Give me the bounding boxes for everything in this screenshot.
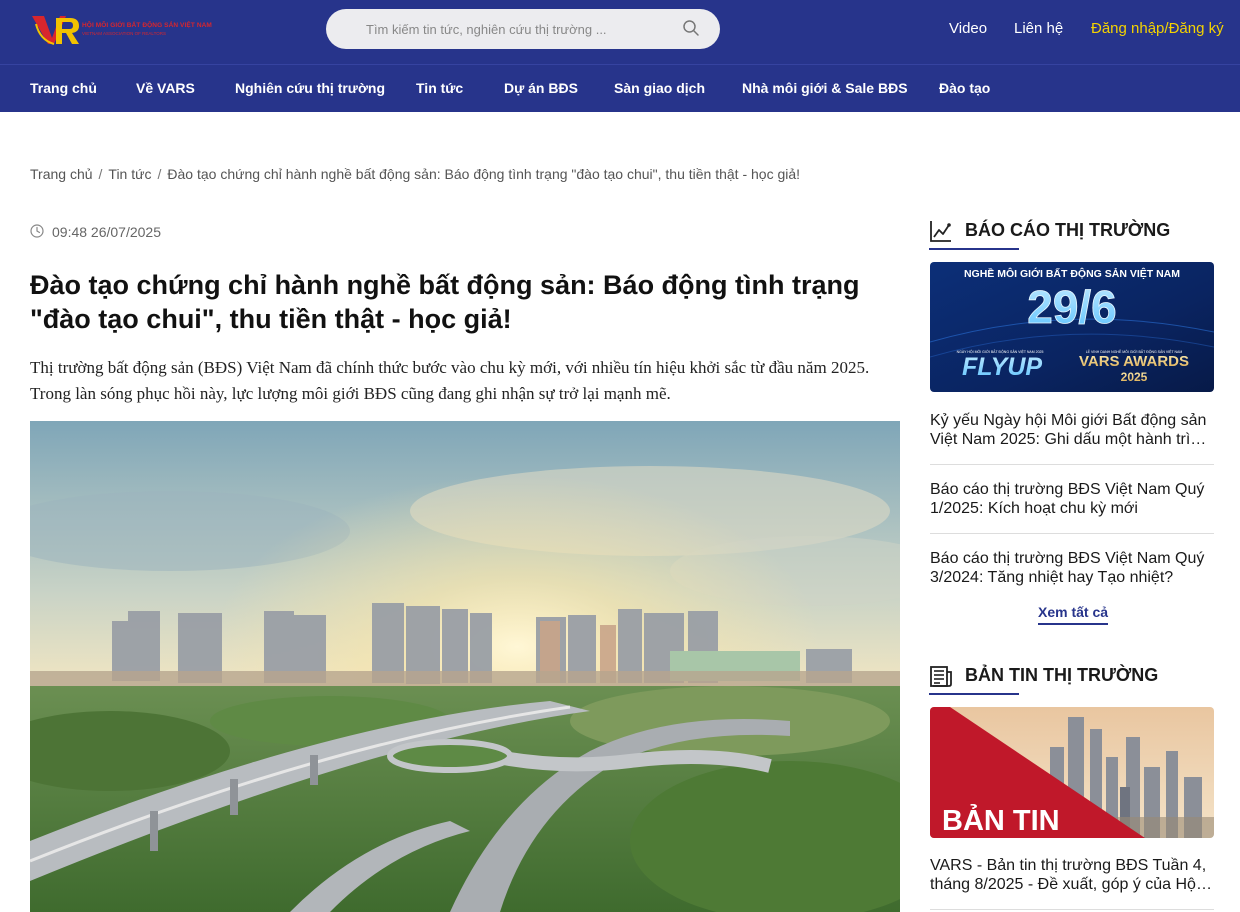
breadcrumb-home[interactable]: Trang chủ [30,166,93,182]
market-report-item[interactable]: Kỷ yếu Ngày hội Môi giới Bất động sản Vi… [930,411,1214,449]
bulletin-banner[interactable]: BẢN TIN [930,707,1214,838]
see-all-link[interactable]: Xem tất cả [1038,604,1109,625]
market-bulletin-item-title: VARS - Bản tin thị trường BĐS Tuần 4, th… [930,857,1207,893]
video-link[interactable]: Video [949,20,987,37]
newspaper-icon [930,666,952,687]
clock-icon [30,224,44,238]
market-report-item-title: Báo cáo thị trường BĐS Việt Nam Quý 3/20… [930,550,1205,586]
market-report-item[interactable]: Báo cáo thị trường BĐS Việt Nam Quý 3/20… [930,549,1214,587]
breadcrumb-current: Đào tạo chứng chỉ hành nghề bất động sản… [167,166,801,182]
breadcrumb-news[interactable]: Tin tức [108,166,151,182]
breadcrumb-separator: / [98,166,103,182]
banner-awards-year: 2025 [1121,370,1148,384]
heading-underline [929,693,1019,695]
vars-logo[interactable]: HỘI MÔI GIỚI BẤT ĐỘNG SẢN VIỆT NAM VIETN… [30,12,230,46]
top-header: HỘI MÔI GIỚI BẤT ĐỘNG SẢN VIỆT NAM VIETN… [0,0,1240,64]
nav-item-about[interactable]: Về VARS [136,80,195,96]
chart-icon [930,221,951,242]
banner-flyup-text: FLYUP [962,353,1042,381]
logo-line-1: HỘI MÔI GIỚI BẤT ĐỘNG SẢN VIỆT NAM [82,22,212,29]
nav-item-brokers[interactable]: Nhà môi giới & Sale BĐS [742,80,908,96]
search-box [326,9,720,49]
bulletin-banner-text: BẢN TIN [942,803,1060,837]
breadcrumb: Trang chủ / Tin tức / Đào tạo chứng chỉ hành… [30,166,910,182]
main-nav: Trang chủ Về VARS Nghiên cứu thị trường … [0,64,1240,112]
market-bulletin-heading-text: BẢN TIN THỊ TRƯỜNG [965,665,1159,685]
sidebar-divider [930,533,1214,534]
heading-underline [929,248,1019,250]
sidebar-divider [930,909,1214,910]
nav-item-home[interactable]: Trang chủ [30,80,97,96]
nav-item-projects[interactable]: Dự án BĐS [504,80,578,96]
nav-item-exchanges[interactable]: Sàn giao dịch [614,80,705,96]
city-aerial-image [30,421,900,912]
market-report-item-title: Kỷ yếu Ngày hội Môi giới Bất động sản Vi… [930,412,1209,448]
article-timestamp: 09:48 26/07/2025 [52,224,161,240]
flyup-vars-awards-banner[interactable]: NGHỀ MÔI GIỚI BẤT ĐỘNG SẢN VIỆT NAM 29/6… [930,262,1214,392]
banner-awards-text: VARS AWARDS [1079,353,1189,370]
banner-date-text: 29/6 [1027,281,1117,333]
article-hero-image [30,421,900,912]
nav-item-market-research[interactable]: Nghiên cứu thị trường [235,80,385,96]
contact-link[interactable]: Liên hệ [1014,20,1063,37]
logo-wordmark: HỘI MÔI GIỚI BẤT ĐỘNG SẢN VIỆT NAM VIETN… [82,22,232,37]
login-register-link[interactable]: Đăng nhập/Đăng ký [1091,20,1224,37]
market-report-item-title: Báo cáo thị trường BĐS Việt Nam Quý 1/20… [930,481,1205,517]
search-input[interactable] [366,9,666,49]
market-report-item[interactable]: Báo cáo thị trường BĐS Việt Nam Quý 1/20… [930,480,1214,518]
sidebar-divider [930,464,1214,465]
breadcrumb-separator: / [157,166,162,182]
nav-item-news[interactable]: Tin tức [416,80,463,96]
nav-item-training[interactable]: Đào tạo [939,80,990,96]
article-lead: Thị trường bất động sản (BĐS) Việt Nam đ… [30,358,870,403]
market-reports-heading-text: BÁO CÁO THỊ TRƯỜNG [965,220,1171,240]
article-title: Đào tạo chứng chỉ hành nghề bất động sản… [30,270,860,334]
search-icon[interactable] [682,19,700,37]
logo-line-2: VIETNAM ASSOCIATION OF REALTORS [82,31,167,36]
banner-top-text: NGHỀ MÔI GIỚI BẤT ĐỘNG SẢN VIỆT NAM [964,267,1180,280]
vars-logo-icon [32,16,79,45]
market-bulletin-item[interactable]: VARS - Bản tin thị trường BĐS Tuần 4, th… [930,856,1214,894]
